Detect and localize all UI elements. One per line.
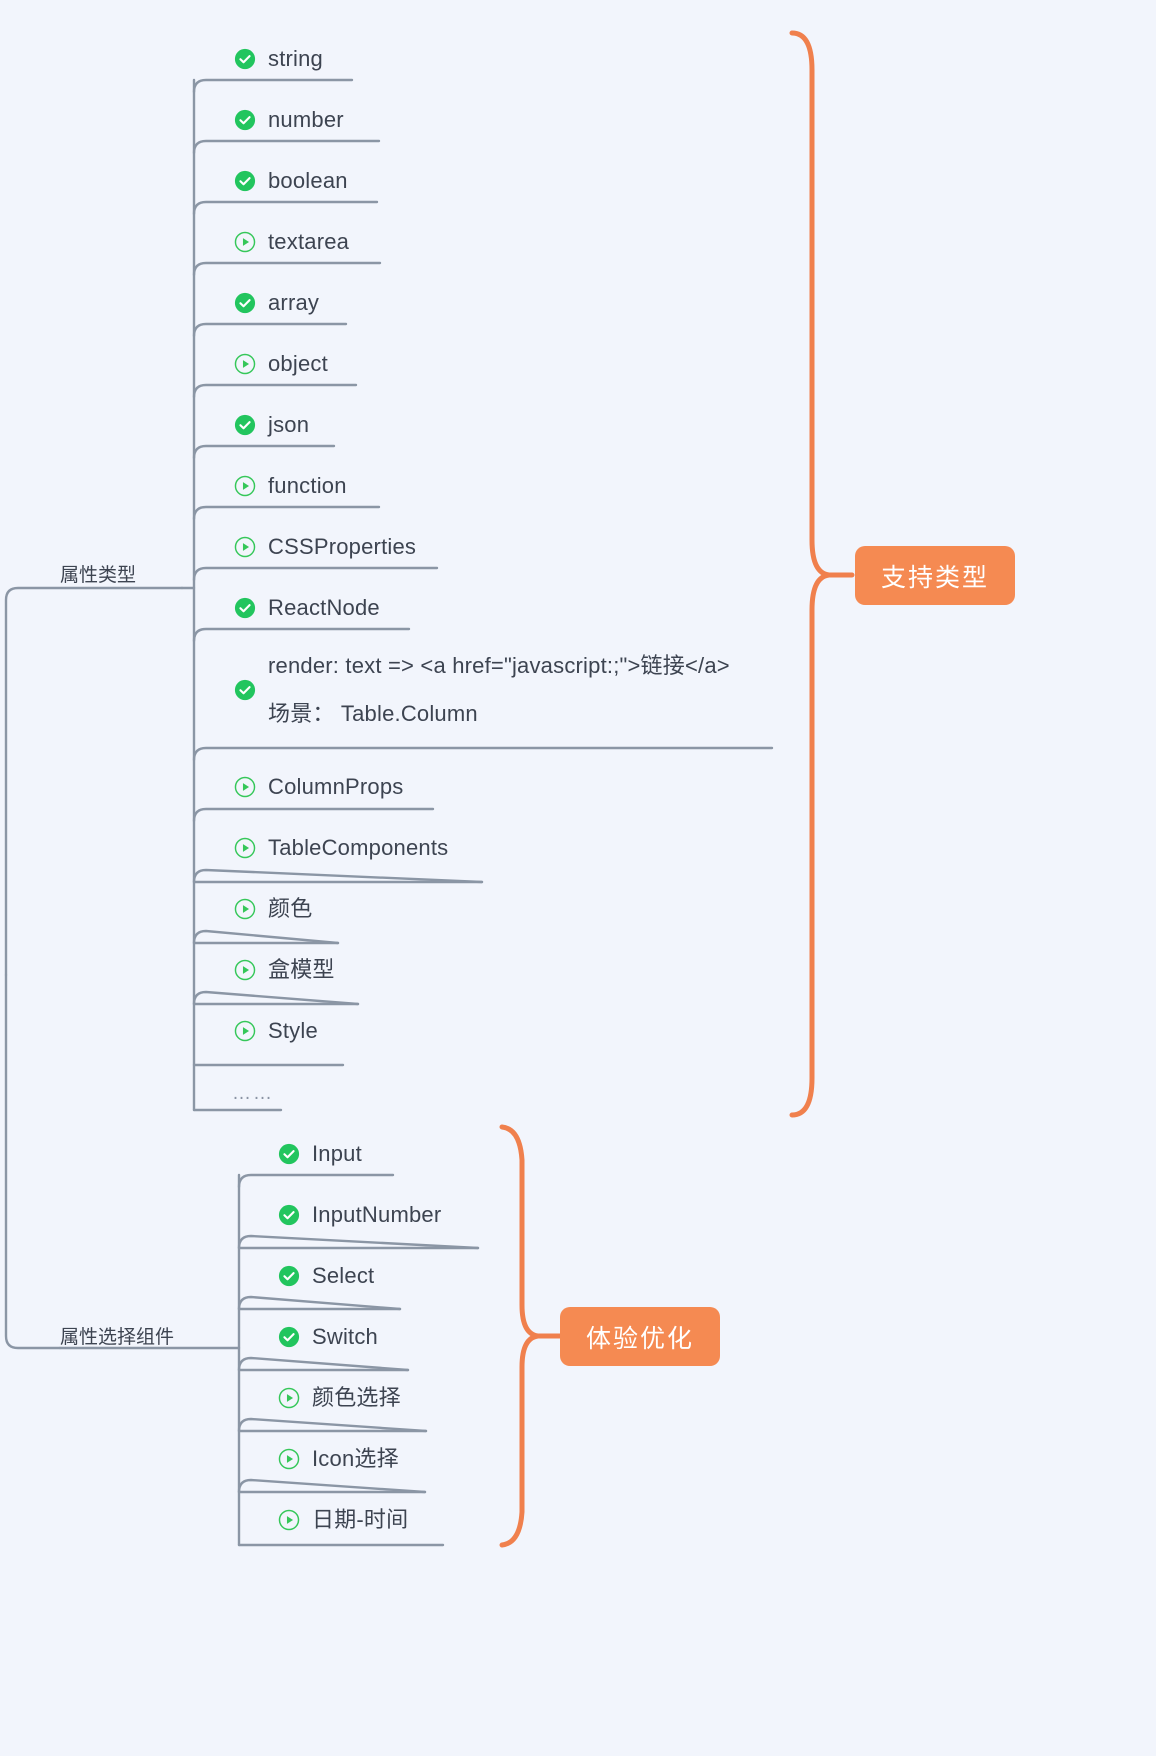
node-label-line2: 场景： Table.Column xyxy=(268,700,478,726)
node-color[interactable]: 颜色 xyxy=(228,888,322,930)
node-string[interactable]: string xyxy=(228,38,333,80)
node-label: object xyxy=(268,351,328,376)
node-input[interactable]: Input xyxy=(272,1133,372,1175)
node-cssproperties[interactable]: CSSProperties xyxy=(228,526,426,568)
node-label: boolean xyxy=(268,168,348,193)
node-more-types[interactable]: …… xyxy=(226,1075,284,1113)
node-label: ReactNode xyxy=(268,595,380,620)
summary-badge-experience-optimization[interactable]: 体验优化 xyxy=(560,1307,720,1366)
branch-label-prop-types[interactable]: 属性类型 xyxy=(60,560,136,587)
node-color-picker[interactable]: 颜色选择 xyxy=(272,1377,411,1419)
node-label: Input xyxy=(312,1141,362,1166)
node-label-line1: render: text => <a href="javascript:;">链… xyxy=(268,653,730,678)
node-textarea[interactable]: textarea xyxy=(228,221,359,263)
play-circle-icon xyxy=(234,475,256,497)
check-circle-icon xyxy=(234,414,256,435)
node-label: 颜色 xyxy=(268,896,313,921)
check-circle-icon xyxy=(278,1326,300,1347)
play-circle-icon xyxy=(234,959,256,981)
check-circle-icon xyxy=(234,109,256,130)
check-circle-icon xyxy=(278,1143,300,1164)
node-label: TableComponents xyxy=(268,835,449,860)
node-datetime-picker[interactable]: 日期-时间 xyxy=(272,1499,418,1541)
node-columnprops[interactable]: ColumnProps xyxy=(228,766,413,808)
node-label: Select xyxy=(312,1263,375,1288)
node-label: ColumnProps xyxy=(268,774,404,799)
node-tablecomponents[interactable]: TableComponents xyxy=(228,827,458,869)
play-circle-icon xyxy=(278,1387,300,1409)
play-circle-icon xyxy=(234,898,256,920)
play-circle-icon xyxy=(234,231,256,253)
node-function[interactable]: function xyxy=(228,465,357,507)
connector-lines xyxy=(4,30,855,1548)
node-style[interactable]: Style xyxy=(228,1010,328,1052)
node-label: 盒模型 xyxy=(268,957,335,982)
check-circle-icon xyxy=(234,170,256,191)
node-number[interactable]: number xyxy=(228,99,354,141)
node-label: number xyxy=(268,107,344,132)
summary-badge-supported-types[interactable]: 支持类型 xyxy=(855,546,1015,605)
node-label: …… xyxy=(232,1083,274,1104)
check-circle-icon xyxy=(278,1204,300,1225)
play-circle-icon xyxy=(234,536,256,558)
check-circle-icon xyxy=(234,679,256,700)
node-label: render: text => <a href="javascript:;">链… xyxy=(268,651,730,728)
node-label: json xyxy=(268,412,310,437)
node-box-model[interactable]: 盒模型 xyxy=(228,949,345,991)
mindmap-canvas: 属性类型 string number boolean textarea arra… xyxy=(0,0,1156,1756)
node-object[interactable]: object xyxy=(228,343,338,385)
play-circle-icon xyxy=(278,1448,300,1470)
node-label: string xyxy=(268,46,323,71)
check-circle-icon xyxy=(234,597,256,618)
node-icon-picker[interactable]: Icon选择 xyxy=(272,1438,409,1480)
node-json[interactable]: json xyxy=(228,404,319,446)
node-label: array xyxy=(268,290,320,315)
node-render-example[interactable]: render: text => <a href="javascript:;">链… xyxy=(228,645,740,734)
node-switch[interactable]: Switch xyxy=(272,1316,388,1358)
play-circle-icon xyxy=(234,1020,256,1042)
node-inputnumber[interactable]: InputNumber xyxy=(272,1194,451,1236)
branch-label-prop-select-components[interactable]: 属性选择组件 xyxy=(60,1322,174,1349)
node-label: Icon选择 xyxy=(312,1446,399,1471)
check-circle-icon xyxy=(234,48,256,69)
node-label: function xyxy=(268,473,347,498)
node-label: textarea xyxy=(268,229,350,254)
node-label: InputNumber xyxy=(312,1202,442,1227)
node-label: CSSProperties xyxy=(268,534,417,559)
play-circle-icon xyxy=(278,1509,300,1531)
play-circle-icon xyxy=(234,353,256,375)
node-label: 日期-时间 xyxy=(312,1507,409,1532)
node-label: 颜色选择 xyxy=(312,1385,401,1410)
node-select[interactable]: Select xyxy=(272,1255,384,1297)
node-label: Switch xyxy=(312,1324,378,1349)
node-label: Style xyxy=(268,1018,318,1043)
play-circle-icon xyxy=(234,776,256,798)
check-circle-icon xyxy=(234,292,256,313)
play-circle-icon xyxy=(234,837,256,859)
node-array[interactable]: array xyxy=(228,282,329,324)
node-reactnode[interactable]: ReactNode xyxy=(228,587,390,629)
node-boolean[interactable]: boolean xyxy=(228,160,358,202)
check-circle-icon xyxy=(278,1265,300,1286)
